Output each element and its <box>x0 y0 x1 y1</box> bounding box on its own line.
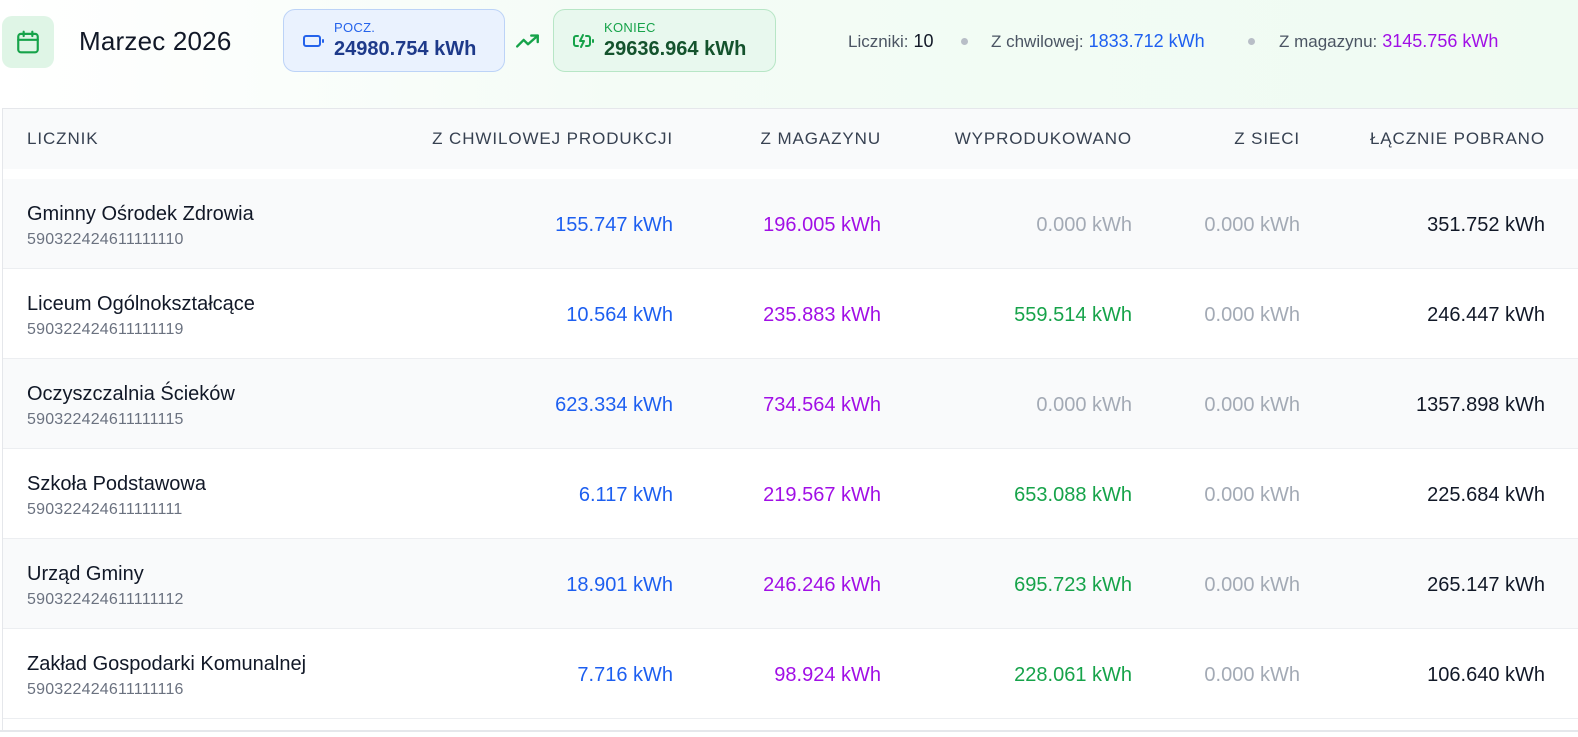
start-reading-card: POCZ. 24980.754 kWh <box>283 9 505 72</box>
trending-up-icon <box>515 34 539 48</box>
column-header-instant[interactable]: Z CHWILOWEJ PRODUKCJI <box>432 129 673 149</box>
total-value: 1357.898 kWh <box>1416 394 1545 416</box>
storage-total-value: 3145.756 kWh <box>1382 31 1499 51</box>
meter-id: 590322424611111119 <box>27 321 184 338</box>
instant-value: 155.747 kWh <box>555 214 673 236</box>
total-value: 225.684 kWh <box>1427 484 1545 506</box>
produced-value: 0.000 kWh <box>1036 394 1132 416</box>
meter-id: 590322424611111112 <box>27 591 184 608</box>
meter-id: 590322424611111116 <box>27 681 184 698</box>
meter-name: Gminny Ośrodek Zdrowia <box>27 203 254 225</box>
column-header-grid[interactable]: Z SIECI <box>1234 129 1300 149</box>
meter-name: Liceum Ogólnokształcące <box>27 293 255 315</box>
column-header-meter[interactable]: LICZNIK <box>27 129 98 149</box>
storage-total-label: Z magazynu: <box>1279 32 1378 51</box>
grid-value: 0.000 kWh <box>1204 304 1300 326</box>
meter-name: Oczyszczalnia Ścieków <box>27 383 235 405</box>
total-value: 106.640 kWh <box>1427 664 1545 686</box>
battery-charging-icon <box>572 28 598 54</box>
end-reading-card: KONIEC 29636.964 kWh <box>553 9 776 72</box>
separator-dot <box>961 38 968 45</box>
meters-count-label: Liczniki: <box>848 32 909 51</box>
grid-value: 0.000 kWh <box>1204 574 1300 596</box>
produced-value: 653.088 kWh <box>1014 484 1132 506</box>
instant-value: 6.117 kWh <box>578 484 673 506</box>
meters-count-value: 10 <box>913 31 934 51</box>
start-reading-label: POCZ. <box>334 19 376 35</box>
separator-dot <box>1248 38 1255 45</box>
summary-bar: Marzec 2026 POCZ. 24980.754 kWh KONIEC 2… <box>0 0 1578 108</box>
calendar-icon <box>17 30 39 54</box>
instant-total-label: Z chwilowej: <box>991 32 1084 51</box>
storage-total: Z magazynu: 3145.756 kWh <box>1279 31 1498 55</box>
instant-value: 10.564 kWh <box>566 304 673 326</box>
total-value: 351.752 kWh <box>1427 214 1545 236</box>
meter-name: Zakład Gospodarki Komunalnej <box>27 653 307 675</box>
meter-name: Szkoła Podstawowa <box>27 473 206 495</box>
storage-value: 246.246 kWh <box>763 574 881 596</box>
end-reading-label: KONIEC <box>604 19 656 35</box>
page-title: Marzec 2026 <box>79 26 232 56</box>
grid-value: 0.000 kWh <box>1204 394 1300 416</box>
storage-value: 196.005 kWh <box>763 214 881 236</box>
instant-total: Z chwilowej: 1833.712 kWh <box>991 31 1205 55</box>
grid-value: 0.000 kWh <box>1204 484 1300 506</box>
month-picker-button[interactable] <box>2 16 54 68</box>
instant-value: 7.716 kWh <box>577 664 673 686</box>
column-header-storage[interactable]: Z MAGAZYNU <box>761 129 881 149</box>
produced-value: 228.061 kWh <box>1014 664 1132 686</box>
start-reading-value: 24980.754 kWh <box>334 37 477 60</box>
table-row[interactable]: Urząd Gminy 590322424611111112 18.901 kWh 2… <box>3 539 1578 629</box>
table-row[interactable]: Oczyszczalnia Ścieków 590322424611111115 6… <box>3 359 1578 449</box>
storage-value: 734.564 kWh <box>763 394 881 416</box>
grid-value: 0.000 kWh <box>1204 214 1300 236</box>
table-row[interactable]: Liceum Ogólnokształcące 59032242461111111… <box>3 269 1578 359</box>
table-bottom-border <box>0 730 1578 732</box>
meters-count: Liczniki: 10 <box>848 31 934 55</box>
battery-icon <box>302 28 328 54</box>
table-row[interactable]: Gminny Ośrodek Zdrowia 590322424611111110… <box>3 179 1578 269</box>
table-row[interactable]: Szkoła Podstawowa 590322424611111111 6.117… <box>3 449 1578 539</box>
meter-id: 590322424611111111 <box>27 501 183 518</box>
meters-table: LICZNIK Z CHWILOWEJ PRODUKCJI Z MAGAZYNU… <box>2 108 1578 730</box>
total-value: 246.447 kWh <box>1427 304 1545 326</box>
storage-value: 219.567 kWh <box>763 484 881 506</box>
grid-value: 0.000 kWh <box>1204 664 1300 686</box>
produced-value: 559.514 kWh <box>1014 304 1132 326</box>
end-reading-value: 29636.964 kWh <box>604 37 747 60</box>
column-header-total[interactable]: ŁĄCZNIE POBRANO <box>1370 129 1545 149</box>
meter-name: Urząd Gminy <box>27 563 144 585</box>
produced-value: 0.000 kWh <box>1036 214 1132 236</box>
produced-value: 695.723 kWh <box>1014 574 1132 596</box>
instant-value: 18.901 kWh <box>566 574 673 596</box>
storage-value: 98.924 kWh <box>774 664 881 686</box>
table-row[interactable]: Zakład Gospodarki Komunalnej 590322424611… <box>3 629 1578 719</box>
meter-id: 590322424611111115 <box>27 411 184 428</box>
table-header: LICZNIK Z CHWILOWEJ PRODUKCJI Z MAGAZYNU… <box>3 109 1578 169</box>
total-value: 265.147 kWh <box>1427 574 1545 596</box>
storage-value: 235.883 kWh <box>763 304 881 326</box>
meter-id: 590322424611111110 <box>27 231 184 248</box>
instant-total-value: 1833.712 kWh <box>1088 31 1205 51</box>
instant-value: 623.334 kWh <box>555 394 673 416</box>
column-header-produced[interactable]: WYPRODUKOWANO <box>955 129 1132 149</box>
